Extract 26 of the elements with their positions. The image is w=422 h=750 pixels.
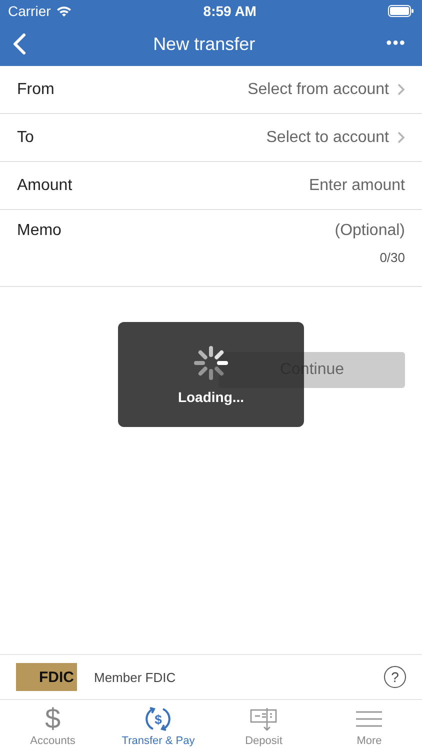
tab-item[interactable]: $ Accounts xyxy=(0,700,106,750)
field-label: Memo xyxy=(17,222,62,240)
loading-label: Loading... xyxy=(178,388,244,404)
tab-item[interactable]: Deposit xyxy=(211,700,316,750)
spinner-icon xyxy=(193,344,229,380)
field-label: To xyxy=(17,128,34,146)
account-picker[interactable]: Select to account xyxy=(266,128,389,146)
wifi-icon xyxy=(56,5,72,17)
screen-title: New transfer xyxy=(153,34,256,54)
more-menu-button[interactable]: ••• xyxy=(382,35,410,53)
character-counter: 0/30 xyxy=(380,250,405,265)
tab-item[interactable]: More xyxy=(316,700,422,750)
member-fdic-label: Member FDIC xyxy=(94,670,177,684)
help-button[interactable]: ? xyxy=(384,666,406,688)
menu-icon xyxy=(356,710,382,728)
field-label: Amount xyxy=(17,176,72,194)
battery-icon xyxy=(388,5,414,17)
tab-item[interactable]: $ Transfer & Pay xyxy=(106,700,211,750)
dollar-icon: $ xyxy=(44,705,61,733)
check-deposit-icon xyxy=(250,706,278,732)
field-label: From xyxy=(17,80,54,98)
carrier-label: Carrier xyxy=(8,3,51,19)
status-time: 8:59 AM xyxy=(203,3,256,19)
account-picker[interactable]: Select from account xyxy=(248,80,389,98)
back-button[interactable] xyxy=(12,33,26,55)
fdic-logo: FDIC xyxy=(16,663,77,691)
